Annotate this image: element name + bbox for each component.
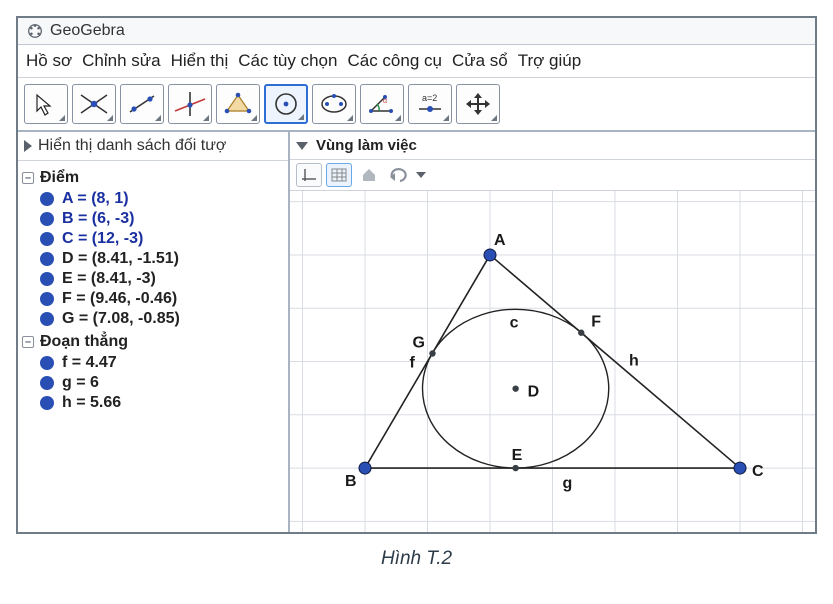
slider-tool[interactable]: a=2 (408, 84, 452, 124)
dropdown-tri-icon (491, 115, 497, 121)
object-segment-h[interactable]: h = 5.66 (20, 393, 284, 413)
group-label: Điểm (40, 169, 79, 187)
collapse-icon: – (22, 336, 34, 348)
point-bullet-icon (40, 232, 54, 246)
point-bullet-icon (40, 292, 54, 306)
object-point-a[interactable]: A = (8, 1) (20, 189, 284, 209)
dropdown-tri-icon (155, 115, 161, 121)
polygon-tool[interactable] (216, 84, 260, 124)
point-label-C: C (752, 463, 764, 480)
object-point-c[interactable]: C = (12, -3) (20, 229, 284, 249)
point-G[interactable] (429, 350, 435, 356)
group-header-segments[interactable]: – Đoạn thẳng (20, 331, 284, 353)
point-bullet-icon (40, 376, 54, 390)
point-label-F: F (591, 314, 601, 331)
app-title: GeoGebra (50, 22, 125, 40)
dropdown-tri-icon (347, 115, 353, 121)
angle-tool[interactable]: α (360, 84, 404, 124)
group-segments: – Đoạn thẳng f = 4.47 g = 6 h = 5.66 (20, 331, 284, 413)
point-label-G: G (413, 335, 425, 352)
move-view-tool[interactable] (456, 84, 500, 124)
circle-label-c: c (510, 314, 519, 331)
point-label-E: E (512, 447, 523, 464)
point-bullet-icon (40, 272, 54, 286)
point-A[interactable] (484, 249, 496, 261)
graphics-toolbar (290, 160, 815, 191)
point-D[interactable] (512, 385, 518, 391)
menu-hienthi[interactable]: Hiển thị (171, 51, 229, 71)
line-tool[interactable] (120, 84, 164, 124)
collapse-icon: – (22, 172, 34, 184)
graphics-canvas[interactable]: A B C D E F Gf g h c (290, 191, 815, 532)
perpendicular-tool[interactable] (168, 84, 212, 124)
object-segment-f[interactable]: f = 4.47 (20, 353, 284, 373)
figure-caption: Hình T.2 (16, 548, 817, 570)
segment-label-f: f (410, 355, 416, 372)
point-C[interactable] (734, 462, 746, 474)
point-label-D: D (528, 384, 540, 401)
dropdown-tri-icon (107, 115, 113, 121)
object-tree: – Điểm A = (8, 1) B = (6, -3) C = (12, -… (18, 161, 288, 417)
geogebra-icon (26, 22, 44, 40)
menu-hoso[interactable]: Hồ sơ (26, 51, 72, 71)
dropdown-tri-icon (395, 115, 401, 121)
point-bullet-icon (40, 212, 54, 226)
menubar: Hồ sơ Chỉnh sửa Hiển thị Các tùy chọn Cá… (18, 45, 815, 78)
menu-cuaso[interactable]: Cửa sổ (452, 51, 508, 71)
move-tool[interactable] (24, 84, 68, 124)
svg-text:α: α (383, 98, 387, 105)
circle-center-tool[interactable] (264, 84, 308, 124)
app-window: GeoGebra Hồ sơ Chỉnh sửa Hiển thị Các tù… (16, 16, 817, 534)
menu-tuychon[interactable]: Các tùy chọn (238, 51, 337, 71)
graphics-panel: Vùng làm việc A B C D E F Gf g h c (290, 132, 815, 532)
object-point-d[interactable]: D = (8.41, -1.51) (20, 249, 284, 269)
point-tool[interactable] (72, 84, 116, 124)
collapse-down-icon (296, 142, 308, 150)
graphics-panel-header[interactable]: Vùng làm việc (290, 132, 815, 160)
point-E[interactable] (512, 465, 518, 471)
dropdown-tri-icon (203, 115, 209, 121)
group-label: Đoạn thẳng (40, 333, 128, 351)
collapse-right-icon (24, 140, 32, 152)
group-header-points[interactable]: – Điểm (20, 167, 284, 189)
dropdown-tri-icon (443, 115, 449, 121)
algebra-panel: Hiển thị danh sách đối tượ – Điểm A = (8… (18, 132, 290, 532)
axes-toggle[interactable] (296, 163, 322, 187)
home-button[interactable] (356, 163, 382, 187)
grid-toggle[interactable] (326, 163, 352, 187)
svg-text:a=2: a=2 (422, 93, 437, 103)
object-point-e[interactable]: E = (8.41, -3) (20, 269, 284, 289)
object-point-g[interactable]: G = (7.08, -0.85) (20, 309, 284, 329)
algebra-panel-title: Hiển thị danh sách đối tượ (38, 137, 226, 155)
point-label-B: B (345, 473, 357, 490)
dropdown-tri-icon (298, 114, 304, 120)
point-bullet-icon (40, 356, 54, 370)
segment-label-g: g (563, 475, 573, 492)
graphics-panel-title: Vùng làm việc (316, 137, 417, 154)
point-B[interactable] (359, 462, 371, 474)
toolbar: α a=2 (18, 78, 815, 132)
point-bullet-icon (40, 192, 54, 206)
menu-trogiup[interactable]: Trợ giúp (518, 51, 581, 71)
object-point-f[interactable]: F = (9.46, -0.46) (20, 289, 284, 309)
object-point-b[interactable]: B = (6, -3) (20, 209, 284, 229)
segment-label-h: h (629, 353, 639, 370)
algebra-panel-header[interactable]: Hiển thị danh sách đối tượ (18, 132, 288, 161)
point-bullet-icon (40, 312, 54, 326)
group-points: – Điểm A = (8, 1) B = (6, -3) C = (12, -… (20, 167, 284, 329)
point-bullet-icon (40, 396, 54, 410)
menu-chinhsua[interactable]: Chỉnh sửa (82, 51, 160, 71)
dropdown-tri-icon (59, 115, 65, 121)
titlebar: GeoGebra (18, 18, 815, 45)
menu-congcu[interactable]: Các công cụ (347, 51, 442, 71)
point-label-A: A (494, 232, 506, 249)
dropdown-tri-icon (251, 115, 257, 121)
object-segment-g[interactable]: g = 6 (20, 373, 284, 393)
app-body: Hiển thị danh sách đối tượ – Điểm A = (8… (18, 132, 815, 532)
ellipse-tool[interactable] (312, 84, 356, 124)
undo-button[interactable] (386, 163, 412, 187)
point-bullet-icon (40, 252, 54, 266)
dropdown-tri-icon[interactable] (416, 172, 426, 178)
point-F[interactable] (578, 330, 584, 336)
